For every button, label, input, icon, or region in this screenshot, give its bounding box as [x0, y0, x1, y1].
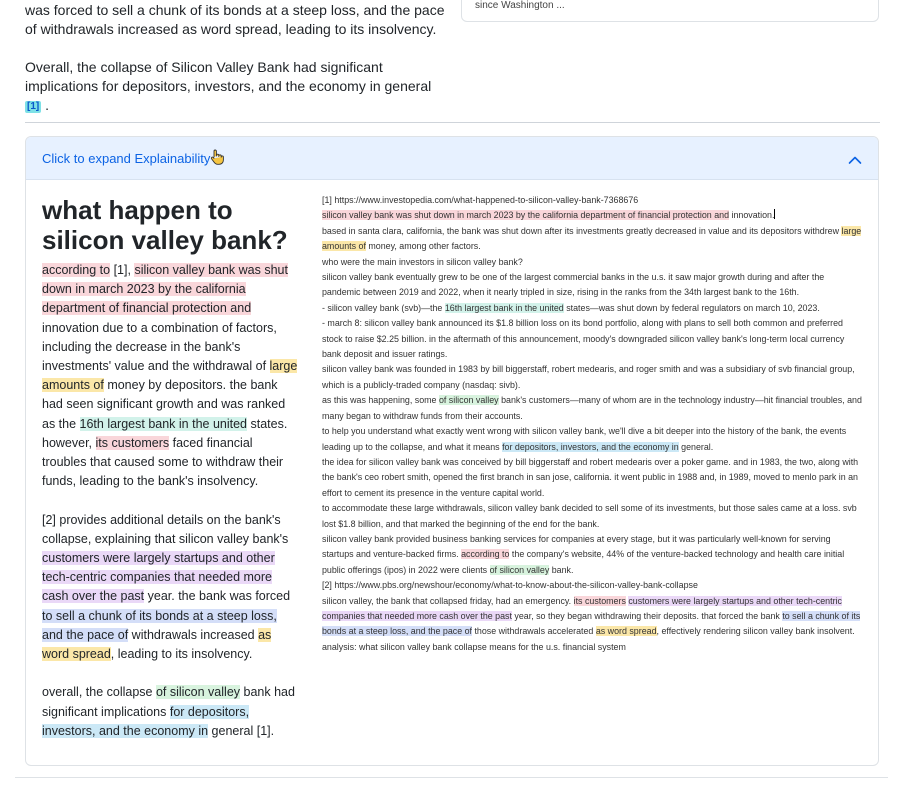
explainability-toggle-button[interactable]: Click to expand Explainability	[26, 137, 878, 180]
text-span: , leading to its insolvency.	[110, 647, 253, 662]
answer-paragraph: [2] provides additional details on the b…	[42, 511, 300, 665]
source-line: - silicon valley bank (svb)—the 16th lar…	[322, 301, 864, 316]
text-span: innovation due to a combination of facto…	[42, 320, 277, 374]
text-cursor	[774, 209, 776, 220]
text-span: silicon valley, the bank that collapsed …	[322, 595, 574, 606]
highlighted-span: 16th largest bank in the united	[444, 302, 564, 313]
explainability-accordion: Click to expand Explainability what happ…	[25, 136, 879, 766]
text-span: overall, the collapse	[42, 685, 156, 700]
source-line: silicon valley bank was founded in 1983 …	[322, 362, 864, 393]
text-span: the idea for silicon valley bank was con…	[322, 456, 859, 498]
text-span: [2] provides additional details on the b…	[42, 512, 289, 546]
text-span: those withdrawals accelerated	[472, 626, 596, 637]
answer-paragraph-overall: Overall, the collapse of Silicon Valley …	[25, 58, 445, 115]
source-card[interactable]: since Washington ...	[461, 0, 879, 22]
source-line: the idea for silicon valley bank was con…	[322, 455, 864, 501]
text-span: to accommodate these large withdrawals, …	[322, 503, 857, 529]
chevron-up-icon[interactable]	[848, 152, 862, 170]
overall-text: Overall, the collapse of Silicon Valley …	[25, 59, 432, 94]
text-span: based in santa clara, california, the ba…	[322, 225, 842, 236]
text-span: silicon valley bank eventually grew to b…	[322, 272, 825, 298]
source-line: to accommodate these large withdrawals, …	[322, 501, 864, 532]
text-span: [2] https://www.pbs.org/newshour/economy…	[322, 580, 698, 591]
text-span: - march 8: silicon valley bank announced…	[322, 318, 845, 360]
answer-paragraph: overall, the collapse of silicon valley …	[42, 683, 300, 741]
text-span: [1] https://www.investopedia.com/what-ha…	[322, 195, 639, 205]
highlighted-span: according to	[42, 263, 111, 277]
source-line: as this was happening, some of silicon v…	[322, 393, 864, 424]
text-span: [1],	[110, 263, 135, 277]
source-line: silicon valley bank was shut down in mar…	[322, 208, 864, 223]
source-line: [2] https://www.pbs.org/newshour/economy…	[322, 578, 864, 593]
source-line: analysis: what silicon valley bank colla…	[322, 640, 864, 655]
text-span: who were the main investors in silicon v…	[322, 256, 523, 267]
citation-badge[interactable]: [1]	[25, 101, 42, 113]
text-span: year, so they began withdrawing their de…	[511, 610, 783, 621]
highlighted-span: according to	[461, 549, 510, 560]
source-line: silicon valley bank eventually grew to b…	[322, 270, 864, 301]
text-span: as this was happening, some	[322, 395, 439, 406]
answer-paragraph-continued: was forced to sell a chunk of its bonds …	[25, 2, 445, 37]
divider	[25, 122, 880, 123]
text-span: general [1].	[208, 723, 275, 738]
highlighted-span: of silicon valley	[489, 564, 550, 575]
text-span: bank.	[549, 564, 574, 575]
text-span: , effectively rendering silicon valley b…	[656, 626, 855, 637]
overall-suffix: .	[45, 97, 50, 113]
highlighted-span: for depositors, investors, and the econo…	[502, 441, 679, 452]
pointing-hand-icon	[210, 149, 224, 170]
question-heading: what happen to silicon valley bank?	[42, 195, 288, 255]
text-span: silicon valley bank was founded in 1983 …	[322, 364, 855, 390]
divider-bottom	[15, 777, 888, 778]
text-span: - silicon valley bank (svb)—the	[322, 302, 445, 313]
source-line: silicon valley, the bank that collapsed …	[322, 594, 864, 640]
text-span: money, among other factors.	[365, 241, 481, 252]
highlighted-span: 16th largest bank in the united	[79, 416, 248, 431]
highlighted-span: of silicon valley	[155, 685, 241, 700]
text-span: general.	[678, 441, 714, 452]
answer-paragraph: according to [1], silicon valley bank wa…	[42, 261, 300, 491]
source-line: who were the main investors in silicon v…	[322, 255, 864, 270]
highlighted-span: as word spread	[595, 626, 657, 637]
highlighted-answer: according to [1], silicon valley bank wa…	[42, 261, 300, 741]
source-line: - march 8: silicon valley bank announced…	[322, 316, 864, 362]
answer-text-top: was forced to sell a chunk of its bonds …	[25, 1, 445, 115]
source-line: [1] https://www.investopedia.com/what-ha…	[322, 193, 864, 208]
highlighted-span: its customers	[95, 435, 170, 450]
source-documents: [1] https://www.investopedia.com/what-ha…	[322, 193, 864, 655]
text-span: innovation.	[729, 210, 775, 221]
source-card-snippet: since Washington ...	[475, 0, 565, 11]
highlighted-span: of silicon valley	[438, 395, 499, 406]
highlighted-span: its customers	[573, 595, 626, 606]
text-span: year. the bank was forced	[144, 589, 291, 604]
source-line: to help you understand what exactly went…	[322, 424, 864, 455]
source-line: silicon valley bank provided business ba…	[322, 532, 864, 578]
source-line: based in santa clara, california, the ba…	[322, 224, 864, 255]
highlighted-span: silicon valley bank was shut down in mar…	[322, 210, 730, 221]
text-span: analysis: what silicon valley bank colla…	[322, 641, 626, 652]
text-span: withdrawals increased	[128, 627, 259, 642]
accordion-title: Click to expand Explainability	[42, 151, 211, 166]
text-span: states—was shut down by federal regulato…	[563, 302, 820, 313]
